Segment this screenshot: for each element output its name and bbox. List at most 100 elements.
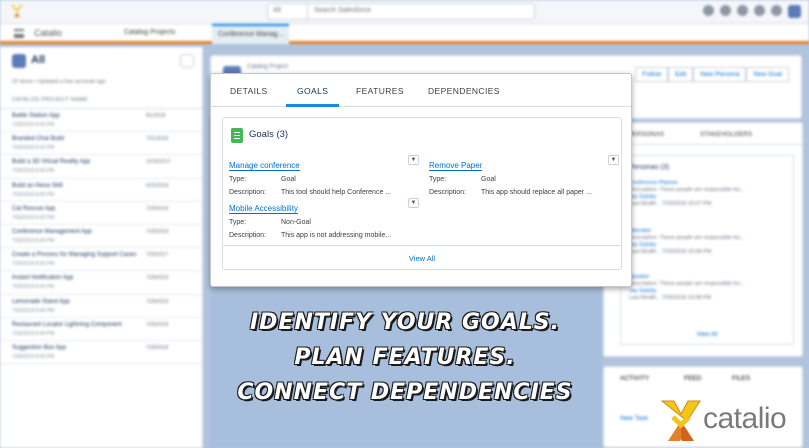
app-launcher-icon[interactable] xyxy=(14,29,24,38)
tab-stakeholders[interactable]: STAKEHOLDERS xyxy=(700,131,752,138)
search-input[interactable]: Search Salesforce xyxy=(314,7,371,14)
goals-view-all-link[interactable]: View All xyxy=(223,245,621,269)
tab-feed[interactable]: FEED xyxy=(684,375,701,382)
goal-type: Goal xyxy=(281,176,296,183)
slogan-line-2: PLAN FEATURES. xyxy=(294,345,516,370)
column-header-name[interactable]: CATALOG PROJECT NAME xyxy=(12,97,88,103)
persona-item: Speaker Description: These people are re… xyxy=(629,274,745,301)
list-item[interactable]: Create a Process for Managing Support Ca… xyxy=(0,248,202,272)
tab-catalog-projects[interactable]: Catalog Projects xyxy=(118,29,181,36)
list-item-name[interactable]: Cat Rescue App xyxy=(12,206,55,212)
list-item-name[interactable]: Create a Process for Managing Support Ca… xyxy=(12,252,136,258)
help-icon[interactable] xyxy=(737,5,748,16)
goals-related-list: Goals (3) Manage conference ▼ Type: Goal … xyxy=(222,117,622,270)
side-panel: PERSONAS STAKEHOLDERS Personas (3) Confe… xyxy=(603,122,803,357)
avatar[interactable] xyxy=(788,5,801,18)
list-item-date: 8/1/2018 xyxy=(146,113,166,119)
list-item-modified: 7/30/2018 8:40 PM xyxy=(12,191,55,198)
list-item-modified: 7/30/2018 8:40 PM xyxy=(12,284,55,291)
record-object-label: Catalog Project xyxy=(247,64,289,70)
goal-link[interactable]: Remove Paper xyxy=(429,161,483,171)
list-item-name[interactable]: Instant Notification App xyxy=(12,275,73,281)
list-item[interactable]: Lemonade Stand App 7/30/2018 8:40 PM 7/28/… xyxy=(0,295,202,318)
list-item-name[interactable]: Restaurant Locator Lightning Component xyxy=(12,322,122,328)
favorites-icon[interactable] xyxy=(703,5,714,16)
settings-gear-icon[interactable] xyxy=(754,5,765,16)
list-item[interactable]: Build an Alexa Skill 7/30/2018 8:40 PM 5/2… xyxy=(0,179,202,202)
tab-personas[interactable]: PERSONAS xyxy=(628,131,664,138)
follow-button[interactable]: Follow xyxy=(635,67,669,82)
list-item-name[interactable]: Suggestion Box App xyxy=(12,345,66,351)
slogan-line-1: IDENTIFY YOUR GOALS. xyxy=(249,310,561,335)
list-item-name[interactable]: Battle Station App xyxy=(12,113,60,119)
list-item-modified: 7/30/2018 8:40 PM xyxy=(12,214,55,221)
personas-card: Personas (3) Conference Planner Descript… xyxy=(620,155,794,345)
list-item-date: 7/28/2018 xyxy=(146,321,169,328)
list-item[interactable]: Instant Notification App 7/30/2018 8:40 P… xyxy=(0,271,202,295)
tab-features[interactable]: FEATURES xyxy=(356,86,404,96)
tab-files[interactable]: FILES xyxy=(732,375,750,382)
list-item-name[interactable]: Branded Chat Build xyxy=(12,136,64,142)
new-goal-button[interactable]: New Goal xyxy=(746,67,789,82)
list-item-modified: 7/30/2018 8:40 PM xyxy=(12,145,55,152)
slogan-line-3: CONNECT DEPENDENCIES xyxy=(237,380,573,405)
list-item-date: 5/25/2018 xyxy=(146,182,169,189)
list-item-name[interactable]: Conference Management App xyxy=(12,229,92,235)
tab-details[interactable]: DETAILS xyxy=(230,86,268,96)
goal-type: Non-Goal xyxy=(281,219,311,226)
list-item-date: 7/30/2017 xyxy=(146,252,169,259)
list-item-date: 7/28/2018 xyxy=(146,298,169,305)
notifications-bell-icon[interactable] xyxy=(771,5,782,16)
list-item[interactable]: Branded Chat Build 7/30/2018 8:40 PM 7/31/… xyxy=(0,132,202,156)
list-view-menu-button[interactable] xyxy=(180,54,194,68)
nav-bar: Catalio Catalog Projects Conference Mana… xyxy=(0,24,809,44)
tab-goals[interactable]: GOALS xyxy=(297,86,328,96)
list-item-name[interactable]: Lemonade Stand App xyxy=(12,299,70,305)
record-tabs: DETAILS GOALS FEATURES DEPENDENCIES xyxy=(211,74,631,107)
goal-row-menu-chevron-down-icon[interactable]: ▼ xyxy=(608,155,619,165)
goal-link[interactable]: Manage conference xyxy=(229,161,300,171)
add-icon[interactable] xyxy=(720,5,731,16)
persona-link[interactable]: Attendee xyxy=(629,228,651,234)
list-item-name[interactable]: Build an Alexa Skill xyxy=(12,183,63,189)
list-item[interactable]: Suggestion Box App 7/30/2018 8:40 PM 7/28/… xyxy=(0,341,202,365)
persona-item: Attendee Description: These people are r… xyxy=(629,228,745,255)
list-item-date: 7/31/2018 xyxy=(146,136,169,143)
goal-row-menu-chevron-down-icon[interactable]: ▼ xyxy=(408,198,419,208)
tab-dependencies[interactable]: DEPENDENCIES xyxy=(428,86,500,96)
app-name: Catalio xyxy=(34,28,63,38)
goal-link[interactable]: Mobile Accessibility xyxy=(229,204,298,214)
app-logo-icon xyxy=(11,5,23,17)
global-header: All Search Salesforce xyxy=(0,0,809,24)
goal-description: This app is not addressing mobile... xyxy=(281,232,392,239)
list-item[interactable]: Conference Management App 7/30/2018 8:40 … xyxy=(0,225,202,249)
list-item[interactable]: Build a 3D Virtual Reality App 7/30/2018 … xyxy=(0,155,202,179)
persona-link[interactable]: Conference Planner xyxy=(629,180,678,186)
list-view-title[interactable]: All xyxy=(31,54,45,66)
type-label: Type: xyxy=(429,176,447,183)
list-item-modified: 7/30/2018 8:40 PM xyxy=(12,122,55,128)
list-item-modified: 7/30/2018 8:40 PM xyxy=(12,330,55,337)
list-item-date: 7/28/2018 xyxy=(146,344,169,351)
global-search[interactable]: All Search Salesforce xyxy=(267,3,535,20)
persona-link[interactable]: Speaker xyxy=(629,274,650,280)
list-item[interactable]: Restaurant Locator Lightning Component 7/… xyxy=(0,318,202,341)
new-task-tab[interactable]: New Task xyxy=(620,415,648,422)
list-item[interactable]: Battle Station App 7/30/2018 8:40 PM 8/1/2… xyxy=(0,109,202,133)
list-item-name[interactable]: Build a 3D Virtual Reality App xyxy=(12,159,90,165)
edit-button[interactable]: Edit xyxy=(668,67,694,82)
list-item-date: 7/28/2018 xyxy=(146,228,169,235)
list-item[interactable]: Cat Rescue App 7/30/2018 8:40 PM 7/28/2018 xyxy=(0,202,202,225)
goal-item: Remove Paper ▼ Type: Goal Description: Thi… xyxy=(429,155,619,199)
goal-row-menu-chevron-down-icon[interactable]: ▼ xyxy=(408,155,419,165)
list-item-modified: 7/30/2018 8:40 PM xyxy=(12,237,55,244)
tab-activity[interactable]: ACTIVITY xyxy=(620,375,649,382)
type-label: Type: xyxy=(229,176,247,183)
personas-view-all-link[interactable]: View All xyxy=(621,332,793,338)
search-scope-select[interactable]: All xyxy=(268,4,308,19)
tab-conference-management[interactable]: Conference Manag... xyxy=(212,24,290,44)
persona-item: Conference Planner Description: These pe… xyxy=(629,180,745,207)
new-persona-button[interactable]: New Persona xyxy=(693,67,747,82)
list-view-meta: 22 items • Updated a few seconds ago xyxy=(12,79,106,85)
list-item-date: 10/26/2017 xyxy=(146,159,172,166)
